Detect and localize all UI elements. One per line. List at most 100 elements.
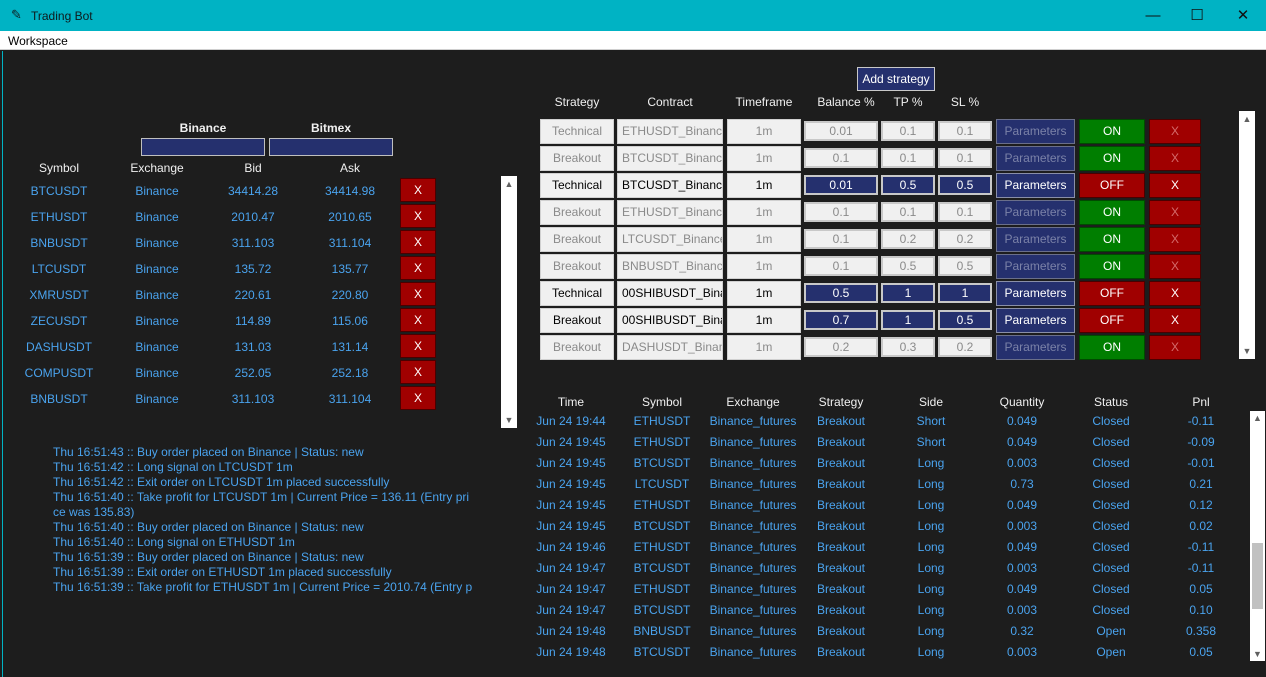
- delete-strategy-button[interactable]: X: [1149, 173, 1201, 198]
- strategy-header-tp: TP %: [893, 95, 923, 109]
- menu-workspace[interactable]: Workspace: [8, 34, 68, 48]
- delete-strategy-button[interactable]: X: [1149, 200, 1201, 225]
- delete-strategy-button[interactable]: X: [1149, 119, 1201, 144]
- maximize-button[interactable]: ☐: [1174, 0, 1220, 31]
- tp-input[interactable]: 1: [881, 310, 935, 330]
- remove-symbol-button[interactable]: X: [400, 386, 436, 410]
- log-line: Thu 16:51:42 :: Exit order on LTCUSDT 1m…: [53, 475, 390, 489]
- trades-header-side: Side: [918, 395, 944, 409]
- sl-input[interactable]: 0.2: [938, 229, 992, 249]
- strategy-contract-cell: LTCUSDT_Binance: [617, 227, 723, 252]
- trade-exchange-cell: Binance_futures: [709, 582, 797, 596]
- trades-scroll-thumb[interactable]: [1252, 543, 1263, 609]
- watchlist-scrollbar[interactable]: ▲ ▼: [501, 176, 517, 428]
- remove-symbol-button[interactable]: X: [400, 230, 436, 254]
- sl-input[interactable]: 0.1: [938, 202, 992, 222]
- tp-input[interactable]: 1: [881, 283, 935, 303]
- watchlist-exchange-cell: Binance: [135, 392, 179, 406]
- strategy-toggle-button[interactable]: ON: [1079, 254, 1145, 279]
- trade-quantity-cell: 0.003: [1006, 561, 1038, 575]
- add-strategy-button[interactable]: Add strategy: [857, 67, 935, 91]
- chevron-down-icon[interactable]: ▼: [501, 415, 517, 425]
- strategy-toggle-button[interactable]: ON: [1079, 335, 1145, 360]
- delete-strategy-button[interactable]: X: [1149, 146, 1201, 171]
- strategy-toggle-button[interactable]: OFF: [1079, 173, 1145, 198]
- balance-input[interactable]: 0.1: [804, 256, 878, 276]
- balance-input[interactable]: 0.1: [804, 148, 878, 168]
- balance-input[interactable]: 0.1: [804, 229, 878, 249]
- balance-input[interactable]: 0.2: [804, 337, 878, 357]
- parameters-button[interactable]: Parameters: [996, 146, 1075, 171]
- trade-time-cell: Jun 24 19:45: [536, 477, 606, 491]
- delete-strategy-button[interactable]: X: [1149, 281, 1201, 306]
- remove-symbol-button[interactable]: X: [400, 256, 436, 280]
- sl-input[interactable]: 0.2: [938, 337, 992, 357]
- balance-input[interactable]: 0.1: [804, 202, 878, 222]
- chevron-down-icon[interactable]: ▼: [1250, 649, 1265, 659]
- parameters-button[interactable]: Parameters: [996, 335, 1075, 360]
- sl-input[interactable]: 0.1: [938, 121, 992, 141]
- strategy-toggle-button[interactable]: ON: [1079, 146, 1145, 171]
- log-line: Thu 16:51:39 :: Take profit for ETHUSDT …: [53, 580, 473, 594]
- tp-input[interactable]: 0.5: [881, 256, 935, 276]
- strategy-timeframe-cell: 1m: [727, 146, 801, 171]
- close-button[interactable]: ✕: [1220, 0, 1266, 31]
- parameters-button[interactable]: Parameters: [996, 308, 1075, 333]
- parameters-button[interactable]: Parameters: [996, 200, 1075, 225]
- binance-symbol-input[interactable]: [141, 138, 265, 156]
- parameters-button[interactable]: Parameters: [996, 281, 1075, 306]
- trades-header-exchange: Exchange: [726, 395, 780, 409]
- delete-strategy-button[interactable]: X: [1149, 227, 1201, 252]
- remove-symbol-button[interactable]: X: [400, 204, 436, 228]
- tp-input[interactable]: 0.3: [881, 337, 935, 357]
- tp-input[interactable]: 0.2: [881, 229, 935, 249]
- tp-input[interactable]: 0.1: [881, 148, 935, 168]
- strategy-toggle-button[interactable]: ON: [1079, 200, 1145, 225]
- parameters-button[interactable]: Parameters: [996, 173, 1075, 198]
- sl-input[interactable]: 0.5: [938, 310, 992, 330]
- strategy-toggle-button[interactable]: OFF: [1079, 281, 1145, 306]
- trade-strategy-cell: Breakout: [816, 540, 866, 554]
- trades-header-strategy: Strategy: [818, 395, 864, 409]
- bitmex-symbol-input[interactable]: [269, 138, 393, 156]
- tp-input[interactable]: 0.5: [881, 175, 935, 195]
- strategy-toggle-button[interactable]: OFF: [1079, 308, 1145, 333]
- sl-input[interactable]: 1: [938, 283, 992, 303]
- trade-pnl-cell: 0.10: [1189, 603, 1213, 617]
- trades-scrollbar[interactable]: ▲ ▼: [1250, 411, 1265, 661]
- chevron-up-icon[interactable]: ▲: [1239, 114, 1255, 124]
- strategy-toggle-button[interactable]: ON: [1079, 119, 1145, 144]
- log-line: Thu 16:51:43 :: Buy order placed on Bina…: [53, 445, 364, 459]
- delete-strategy-button[interactable]: X: [1149, 254, 1201, 279]
- remove-symbol-button[interactable]: X: [400, 360, 436, 384]
- remove-symbol-button[interactable]: X: [400, 308, 436, 332]
- app-content: Binance Bitmex Symbol Exchange Bid Ask B…: [2, 51, 1265, 677]
- trade-side-cell: Long: [917, 456, 945, 470]
- parameters-button[interactable]: Parameters: [996, 119, 1075, 144]
- strategy-scrollbar[interactable]: ▲ ▼: [1239, 111, 1255, 359]
- parameters-button[interactable]: Parameters: [996, 254, 1075, 279]
- remove-symbol-button[interactable]: X: [400, 334, 436, 358]
- remove-symbol-button[interactable]: X: [400, 178, 436, 202]
- minimize-button[interactable]: —: [1130, 0, 1176, 31]
- strategy-type-cell: Breakout: [540, 227, 614, 252]
- balance-input[interactable]: 0.7: [804, 310, 878, 330]
- remove-symbol-button[interactable]: X: [400, 282, 436, 306]
- delete-strategy-button[interactable]: X: [1149, 335, 1201, 360]
- sl-input[interactable]: 0.5: [938, 175, 992, 195]
- sl-input[interactable]: 0.5: [938, 256, 992, 276]
- chevron-up-icon[interactable]: ▲: [1250, 413, 1265, 423]
- chevron-up-icon[interactable]: ▲: [501, 179, 517, 189]
- tp-input[interactable]: 0.1: [881, 121, 935, 141]
- strategy-toggle-button[interactable]: ON: [1079, 227, 1145, 252]
- delete-strategy-button[interactable]: X: [1149, 308, 1201, 333]
- balance-input[interactable]: 0.01: [804, 121, 878, 141]
- trades-header-symbol: Symbol: [641, 395, 682, 409]
- balance-input[interactable]: 0.5: [804, 283, 878, 303]
- balance-input[interactable]: 0.01: [804, 175, 878, 195]
- sl-input[interactable]: 0.1: [938, 148, 992, 168]
- trade-exchange-cell: Binance_futures: [709, 624, 797, 638]
- chevron-down-icon[interactable]: ▼: [1239, 346, 1255, 356]
- tp-input[interactable]: 0.1: [881, 202, 935, 222]
- parameters-button[interactable]: Parameters: [996, 227, 1075, 252]
